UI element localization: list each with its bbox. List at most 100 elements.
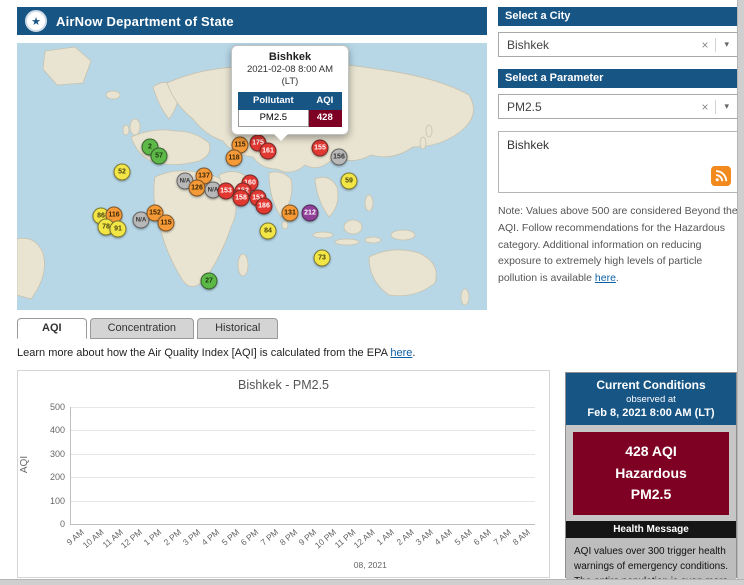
city-clear-icon[interactable]: × [694,38,716,52]
chart-x-tick: 12 PM [128,525,147,569]
chart-gridline [71,407,535,408]
map-marker[interactable]: 84 [260,223,277,240]
chart-x-tick: 2 PM [167,525,186,569]
horizontal-scrollbar[interactable] [0,579,744,585]
learn-more-prefix: Learn more about how the Air Quality Ind… [17,347,390,359]
aqi-value: 428 AQI [577,441,725,463]
parameter-select[interactable]: PM2.5 × ▾ [498,94,738,119]
app-header: ★ AirNow Department of State [17,7,487,35]
chart-y-tick: 500 [31,402,65,412]
chart-gridline [71,501,535,502]
city-select-value: Bishkek [499,38,694,52]
current-conditions-panel: Current Conditions observed at Feb 8, 20… [565,372,737,578]
note-link[interactable]: here [595,272,616,284]
map-marker[interactable]: 158 [233,190,250,207]
map-marker[interactable]: 186 [256,198,273,215]
chart-x-tick: 3 AM [419,525,438,569]
current-conditions-title: Current Conditions [570,378,732,392]
chart-plot-area: 5004003002001000 [70,407,535,525]
observed-at-label: observed at [570,394,732,405]
chart-gridline [71,454,535,455]
map-marker[interactable]: 126 [189,180,206,197]
map-marker[interactable]: 155 [312,140,329,157]
sidebar: Select a City Bishkek × ▾ Select a Param… [498,7,738,287]
health-message-text: AQI values over 300 trigger health warni… [566,538,736,585]
aqi-category: Hazardous [577,463,725,485]
chart-x-tick: 2 AM [399,525,418,569]
beyond-aqi-note: Note: Values above 500 are considered Be… [498,203,738,287]
chart-x-tick: 8 PM [283,525,302,569]
parameter-clear-icon[interactable]: × [694,100,716,114]
chart-y-axis-label: AQI [19,456,30,473]
tab-aqi[interactable]: AQI [17,318,87,339]
learn-more-text: Learn more about how the Air Quality Ind… [17,347,415,359]
map-marker[interactable]: 57 [151,148,168,165]
health-message-title: Health Message [566,521,736,538]
city-dropdown-caret-icon[interactable]: ▾ [716,39,737,50]
map-marker[interactable]: 161 [260,143,277,160]
epa-link[interactable]: here [390,347,412,359]
chart-x-tick: 4 AM [438,525,457,569]
chart-x-tick: 5 PM [225,525,244,569]
chart-y-tick: 400 [31,425,65,435]
dos-seal-logo: ★ [25,10,47,32]
chart-x-tick: 8 AM [516,525,535,569]
map-marker[interactable]: 27 [201,273,218,290]
popup-col-aqi: AQI [308,92,341,109]
chart-title: Bishkek - PM2.5 [18,378,549,392]
chart-x-tick: 7 PM [264,525,283,569]
popup-city-name: Bishkek [238,51,342,63]
world-map[interactable]: 25752N/A137126N/A15311517516111816015215… [17,43,487,310]
city-select[interactable]: Bishkek × ▾ [498,32,738,57]
chart-x-tick: 4 PM [206,525,225,569]
select-parameter-header: Select a Parameter [498,69,738,88]
chart-y-tick: 0 [31,519,65,529]
chart-y-tick: 300 [31,449,65,459]
chart-bars [71,407,535,524]
map-marker[interactable]: 156 [331,149,348,166]
map-marker[interactable]: 118 [226,150,243,167]
chart-x-tick: 1 PM [148,525,167,569]
map-marker[interactable]: 115 [158,215,175,232]
aqi-summary-box: 428 AQI Hazardous PM2.5 [573,432,729,515]
tab-concentration[interactable]: Concentration [90,318,195,339]
aqi-parameter: PM2.5 [577,484,725,506]
popup-pollutant-value: PM2.5 [239,109,309,126]
rss-feed-box: Bishkek [498,131,738,193]
chart-x-tick: 6 AM [477,525,496,569]
chart-y-tick: 200 [31,472,65,482]
parameter-select-value: PM2.5 [499,100,694,114]
rss-city-label: Bishkek [507,138,549,152]
popup-aqi-table: Pollutant AQI PM2.5 428 [238,92,342,127]
aqi-chart-panel: Bishkek - PM2.5 AQI 5004003002001000 9 A… [17,370,550,578]
popup-aqi-value: 428 [308,109,341,126]
current-conditions-header: Current Conditions observed at Feb 8, 20… [566,373,736,425]
chart-x-axis-labels: 9 AM10 AM11 AM12 PM1 PM2 PM3 PM4 PM5 PM6… [70,525,535,569]
chart-x-tick: 5 AM [458,525,477,569]
page-title: AirNow Department of State [56,14,234,29]
airnow-page: ★ AirNow Department of State [0,0,744,585]
rss-icon[interactable] [711,166,731,186]
map-marker[interactable]: 131 [282,205,299,222]
map-marker[interactable]: 91 [110,221,127,238]
popup-col-pollutant: Pollutant [239,92,309,109]
chart-x-tick: 7 AM [496,525,515,569]
chart-date-label: 08, 2021 [354,560,387,570]
chart-gridline [71,430,535,431]
view-tabs: AQI Concentration Historical [17,318,281,339]
select-city-header: Select a City [498,7,738,26]
map-marker[interactable]: 73 [314,250,331,267]
note-suffix: . [616,272,619,284]
map-marker[interactable]: 212 [302,205,319,222]
vertical-scrollbar[interactable] [737,0,744,585]
map-popup: Bishkek 2021-02-08 8:00 AM (LT) Pollutan… [231,45,349,135]
chart-y-tick: 100 [31,496,65,506]
learn-more-suffix: . [412,347,415,359]
parameter-dropdown-caret-icon[interactable]: ▾ [716,101,737,112]
tab-historical[interactable]: Historical [197,318,278,339]
popup-datetime: 2021-02-08 8:00 AM (LT) [238,64,342,88]
chart-x-tick: 6 PM [244,525,263,569]
map-marker[interactable]: 52 [114,164,131,181]
observed-at-datetime: Feb 8, 2021 8:00 AM (LT) [570,407,732,419]
map-marker[interactable]: 59 [341,173,358,190]
